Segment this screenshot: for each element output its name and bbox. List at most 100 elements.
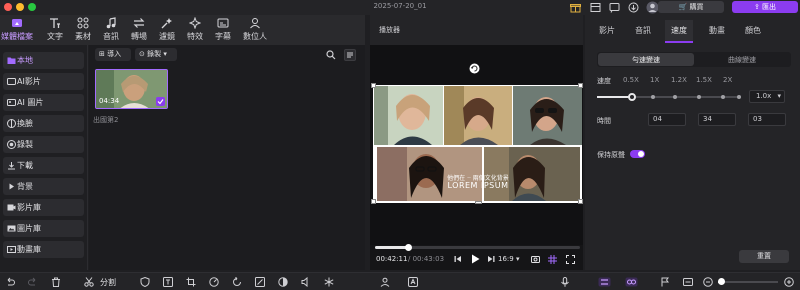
- marker-icon[interactable]: [660, 277, 670, 287]
- sidebar-item-ai-video[interactable]: AI影片: [3, 73, 84, 90]
- speed-icon[interactable]: [209, 277, 219, 287]
- speed-slider-fill: [597, 96, 632, 98]
- caption-title[interactable]: LOREM IPSUM: [418, 181, 538, 190]
- split-label[interactable]: 分割: [100, 277, 116, 288]
- zoom-in-icon[interactable]: [784, 277, 794, 287]
- person-detect-icon[interactable]: [380, 277, 390, 287]
- speed-slider[interactable]: [597, 93, 741, 101]
- snap-magnet-icon[interactable]: [598, 277, 611, 287]
- ai-tool-icon[interactable]: [408, 277, 418, 287]
- download-icon[interactable]: [628, 2, 639, 13]
- resize-handle-top-right[interactable]: [578, 83, 583, 88]
- grid-icon[interactable]: [548, 255, 557, 264]
- duration-hours-input[interactable]: 04: [648, 113, 686, 126]
- shield-icon[interactable]: [140, 277, 150, 287]
- sidebar-item-local[interactable]: 本地: [3, 52, 84, 69]
- sidebar-item-label: 影片庫: [17, 203, 41, 212]
- buy-button[interactable]: 🛒 購買: [658, 1, 724, 13]
- text-box-icon[interactable]: [163, 277, 173, 287]
- tab-video[interactable]: 影片: [599, 25, 615, 36]
- delete-icon[interactable]: [51, 277, 61, 287]
- microphone-icon[interactable]: [560, 277, 570, 287]
- speed-value-select[interactable]: 1.0x ▾: [749, 90, 785, 103]
- timeline-toolbar: 分割: [0, 272, 800, 290]
- current-time: 00:42:11: [376, 255, 408, 263]
- sidebar-item-ai-image[interactable]: AI 圖片: [3, 94, 84, 111]
- total-time: / 00:43:03: [408, 255, 445, 263]
- export-button[interactable]: ⇪ 匯出: [732, 1, 798, 13]
- audio-detach-icon[interactable]: [301, 277, 311, 287]
- record-dropdown[interactable]: ⊙ 錄製 ▾: [135, 48, 177, 61]
- gift-icon[interactable]: [570, 2, 581, 13]
- active-tab-indicator: [665, 41, 693, 43]
- redo-icon[interactable]: [28, 277, 38, 287]
- snapshot-icon[interactable]: [531, 255, 540, 263]
- sidebar-item-animation-library[interactable]: 動畫庫: [3, 241, 84, 258]
- resize-handle-bottom-left[interactable]: [371, 199, 376, 204]
- tab-media[interactable]: 媒體檔案: [1, 15, 33, 45]
- filter-list-icon[interactable]: [344, 49, 356, 61]
- speed-slider-handle[interactable]: [627, 93, 636, 101]
- playback-progress-bar[interactable]: [375, 244, 580, 251]
- layout-icon[interactable]: [590, 2, 601, 13]
- sidebar-item-image-library[interactable]: 圖片庫: [3, 220, 84, 237]
- video-canvas[interactable]: 他們在 ·· 兩個文化背景 LOREM IPSUM: [371, 83, 583, 204]
- tab-color[interactable]: 顏色: [745, 25, 761, 36]
- duration-minutes-input[interactable]: 34: [698, 113, 736, 126]
- media-icon: [12, 19, 22, 27]
- rotate-icon[interactable]: [232, 277, 242, 287]
- step-back-icon[interactable]: [454, 255, 462, 263]
- timeline-zoom-slider[interactable]: [718, 278, 778, 285]
- ai-image-icon: [7, 99, 16, 106]
- import-button[interactable]: ⊞ 導入: [95, 48, 131, 61]
- color-icon[interactable]: [278, 277, 288, 287]
- rotate-handle-icon[interactable]: [469, 63, 480, 74]
- resize-handle-top-left[interactable]: [371, 83, 376, 88]
- sidebar-item-download[interactable]: 下載: [3, 157, 84, 174]
- media-thumbnail[interactable]: 04:34: [95, 69, 168, 109]
- scissors-icon[interactable]: [84, 277, 94, 287]
- effect-edit-icon[interactable]: [255, 277, 265, 287]
- fit-timeline-icon[interactable]: [683, 277, 693, 287]
- sidebar-item-record[interactable]: 錄製: [3, 136, 84, 153]
- freeze-frame-icon[interactable]: [324, 277, 334, 287]
- keep-pitch-toggle[interactable]: [630, 150, 645, 158]
- message-icon[interactable]: [609, 2, 620, 13]
- tab-animation[interactable]: 動畫: [709, 25, 725, 36]
- sidebar-item-face-swap[interactable]: 換臉: [3, 115, 84, 132]
- link-icon[interactable]: [625, 277, 638, 287]
- zoom-out-icon[interactable]: [703, 277, 713, 287]
- resize-handle-bottom-right[interactable]: [578, 199, 583, 204]
- uniform-speed-tab[interactable]: 勻速變速: [598, 55, 694, 65]
- thumbnail-name: 出國第2: [93, 116, 119, 124]
- speed-tick: 0.5X: [623, 76, 639, 84]
- step-forward-icon[interactable]: [487, 255, 495, 263]
- import-label: 導入: [107, 50, 122, 58]
- sidebar-item-background[interactable]: 背景: [3, 178, 84, 195]
- progress-handle[interactable]: [404, 244, 412, 251]
- export-icon: ⇪: [753, 3, 763, 11]
- speed-step-dot: [651, 95, 655, 99]
- subtitle-icon: [217, 18, 229, 28]
- undo-icon[interactable]: [5, 277, 15, 287]
- tab-avatar[interactable]: 數位人: [241, 15, 269, 45]
- play-icon[interactable]: [471, 254, 480, 264]
- reset-button[interactable]: 重置: [739, 250, 789, 263]
- media-library: ⊞ 導入 ⊙ 錄製 ▾ 04:34 出國第2: [89, 45, 365, 270]
- duration-seconds-input[interactable]: 03: [748, 113, 786, 126]
- sidebar-item-video-library[interactable]: 影片庫: [3, 199, 84, 216]
- tab-audio-props[interactable]: 音訊: [635, 25, 651, 36]
- crop-icon[interactable]: [186, 277, 196, 287]
- player-title: 播放器: [379, 26, 400, 34]
- sidebar-item-label: 動畫庫: [17, 245, 41, 254]
- zoom-handle[interactable]: [718, 278, 725, 285]
- search-icon[interactable]: [326, 50, 336, 60]
- player-panel: 播放器 他們在 ·· 兩個文化背景 LOREM IPSUM 00:42:11 /…: [370, 15, 583, 270]
- fullscreen-icon[interactable]: [566, 255, 575, 264]
- aspect-ratio-dropdown[interactable]: 16:9 ▾: [498, 255, 519, 263]
- curve-speed-tab[interactable]: 曲線變速: [694, 55, 790, 65]
- resize-handle-bottom[interactable]: [475, 201, 482, 204]
- tab-speed[interactable]: 速度: [671, 25, 687, 36]
- tab-subtitle[interactable]: 字幕: [209, 15, 237, 45]
- image-library-icon: [7, 225, 16, 232]
